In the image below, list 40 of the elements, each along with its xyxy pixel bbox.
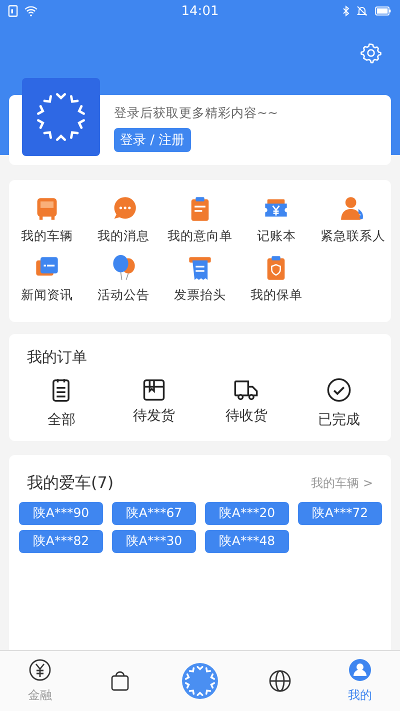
service-item[interactable]: 我的车辆 bbox=[9, 196, 86, 245]
service-item[interactable]: 我的消息 bbox=[85, 196, 162, 245]
person-phone-icon bbox=[340, 196, 366, 222]
plate-chip[interactable]: 陕A***48 bbox=[205, 530, 289, 553]
plate-chip[interactable]: 陕A***90 bbox=[19, 502, 103, 525]
plate-chip[interactable]: 陕A***72 bbox=[298, 502, 382, 525]
plate-chip[interactable]: 陕A***67 bbox=[112, 502, 196, 525]
status-time: 14:01 bbox=[181, 4, 219, 18]
login-prompt: 登录后获取更多精彩内容~~ bbox=[114, 105, 278, 122]
ring-logo-icon bbox=[182, 663, 218, 699]
bell-icon bbox=[356, 5, 368, 17]
globe-icon bbox=[268, 669, 292, 693]
yen-icon bbox=[28, 658, 52, 682]
box-icon bbox=[140, 377, 167, 403]
order-status-item[interactable]: 待收货 bbox=[206, 377, 286, 429]
bluetooth-icon bbox=[340, 5, 352, 17]
service-item[interactable]: 我的保单 bbox=[238, 255, 315, 304]
order-status-item[interactable]: 已完成 bbox=[298, 377, 379, 429]
service-item[interactable]: 活动公告 bbox=[85, 255, 162, 304]
login-button[interactable]: 登录 / 注册 bbox=[114, 128, 191, 152]
checkmark-circle-icon bbox=[326, 377, 352, 403]
service-item[interactable]: 紧急联系人 bbox=[314, 196, 391, 245]
service-item[interactable]: 我的意向单 bbox=[162, 196, 238, 245]
service-item[interactable]: 发票抬头 bbox=[162, 255, 238, 304]
order-status-item[interactable]: 待发货 bbox=[114, 377, 194, 429]
balloons-icon bbox=[110, 255, 137, 281]
person-icon bbox=[348, 658, 372, 682]
service-item[interactable]: 记账本 bbox=[238, 196, 315, 245]
settings-icon[interactable] bbox=[360, 42, 382, 64]
sim-card-icon bbox=[6, 4, 20, 18]
service-item[interactable]: 新闻资讯 bbox=[9, 255, 86, 304]
section-title: 我的爱车(7) bbox=[26, 473, 114, 494]
wifi-icon bbox=[24, 4, 38, 18]
plate-chip[interactable]: 陕A***82 bbox=[19, 530, 103, 553]
plate-chip[interactable]: 陕A***30 bbox=[112, 530, 196, 553]
nav-tab[interactable]: 我的 bbox=[330, 658, 390, 704]
plate-chip[interactable]: 陕A***20 bbox=[205, 502, 289, 525]
receipt-icon bbox=[186, 255, 213, 281]
order-status-item[interactable]: 全部 bbox=[21, 377, 102, 429]
section-title: 我的订单 bbox=[26, 348, 88, 367]
